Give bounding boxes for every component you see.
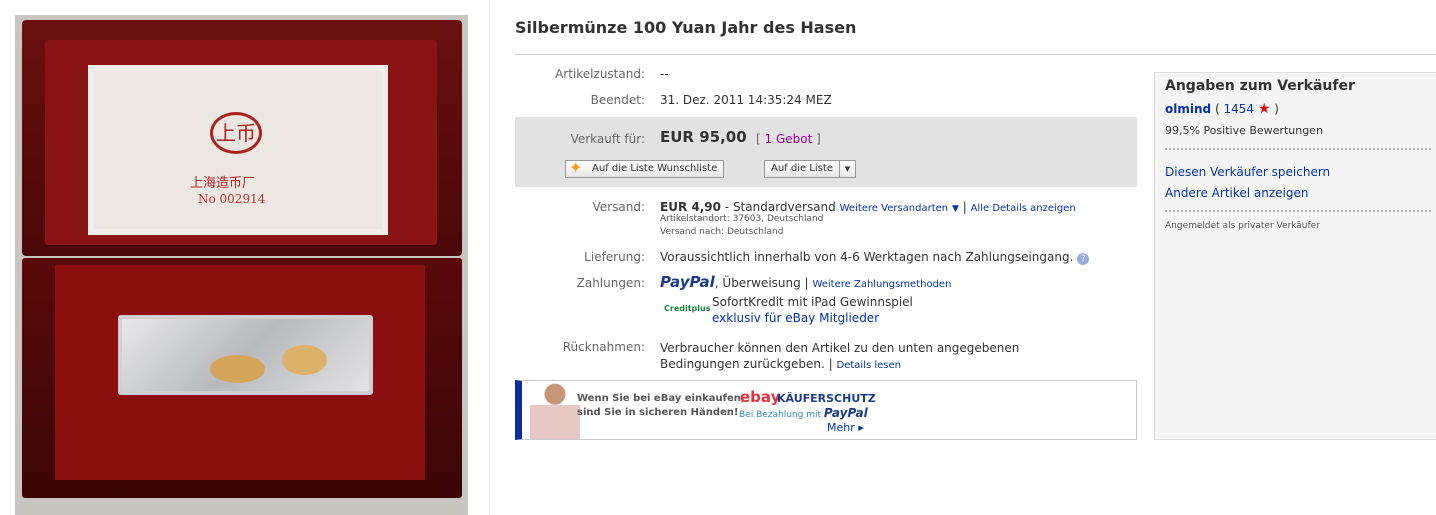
feedback-score-link[interactable]: 1454 (1223, 102, 1254, 116)
all-details-link[interactable]: Alle Details anzeigen (971, 203, 1076, 214)
credit-link[interactable]: exklusiv für eBay Mitglieder (712, 311, 879, 325)
mint-logo: 上币 (210, 112, 262, 154)
credit-text: SofortKredit mit iPad Gewinnspiel (712, 295, 913, 309)
paypal-logo: PayPal (660, 273, 715, 291)
seller-type: Angemeldet als privater Verkäufer (1165, 221, 1320, 231)
seller-name-link[interactable]: olmind (1165, 102, 1211, 116)
more-shipping-link[interactable]: Weitere Versandarten (840, 203, 949, 214)
divider (1165, 148, 1431, 150)
shipping-type: - Standardversand (724, 200, 836, 214)
shipping-price: EUR 4,90 (660, 200, 721, 214)
add-to-list-button[interactable]: Auf die Liste ▼ (764, 160, 856, 178)
condition-value: -- (660, 67, 669, 81)
divider (515, 54, 1436, 55)
returns-label: Rücknahmen: (562, 340, 645, 354)
creditplus-logo: Creditplus (664, 304, 711, 313)
returns-value: Verbraucher können den Artikel zu den un… (660, 340, 1100, 374)
banner-line: Wenn Sie bei eBay einkaufen, (577, 393, 745, 404)
separator: | (962, 200, 967, 214)
page-title: Silbermünze 100 Yuan Jahr des Hasen (515, 18, 857, 37)
save-seller-link[interactable]: Diesen Verkäufer speichern (1165, 165, 1330, 179)
payment-other: , Überweisung | (714, 276, 809, 290)
shipping-line: EUR 4,90 - Standardversand Weitere Versa… (660, 200, 1076, 214)
item-location: Artikelstandort: 37603, Deutschland (660, 214, 824, 224)
payment-label: Zahlungen: (576, 276, 645, 290)
wishlist-label: Auf die Liste Wunschliste (592, 163, 718, 174)
other-items-link[interactable]: Andere Artikel anzeigen (1165, 186, 1309, 200)
paren: ) (1274, 102, 1279, 116)
positive-feedback: 99,5% Positive Bewertungen (1165, 124, 1323, 137)
ended-value: 31. Dez. 2011 14:35:24 MEZ (660, 93, 832, 107)
mint-name: 上海造币厂 (190, 176, 256, 191)
ended-label: Beendet: (590, 93, 645, 107)
delivery-value: Voraussichtlich innerhalb von 4-6 Werkta… (660, 250, 1090, 265)
list-label: Auf die Liste (771, 163, 833, 174)
gold-rabbit (282, 345, 327, 375)
person-image (530, 383, 580, 439)
wishlist-star-icon: ✦ (569, 158, 583, 177)
ebay-logo: ebay (740, 388, 781, 406)
bids-bracket: [ 1 Gebot ] (756, 132, 821, 146)
banner-line: sind Sie in sicheren Händen! (577, 407, 739, 418)
wishlist-button[interactable]: ✦ Auf die Liste Wunschliste (565, 158, 725, 178)
bracket: [ (756, 132, 761, 146)
sold-price: EUR 95,00 (660, 128, 747, 146)
bracket: ] (816, 132, 821, 146)
help-icon[interactable]: ? (1077, 253, 1090, 265)
delivery-label: Lieferung: (584, 250, 645, 264)
banner-text: Wenn Sie bei eBay einkaufen, sind Sie in … (577, 392, 745, 420)
more-payment-link[interactable]: Weitere Zahlungsmethoden (812, 279, 951, 290)
delivery-text: Voraussichtlich innerhalb von 4-6 Werkta… (660, 250, 1074, 264)
star-icon: ★ (1257, 101, 1271, 117)
gold-rabbit (210, 355, 265, 383)
divider (1165, 210, 1431, 212)
dropdown-arrow-icon[interactable]: ▼ (952, 204, 959, 214)
more-link[interactable]: Mehr ▸ (827, 421, 864, 434)
payment-line: PayPal, Überweisung | Weitere Zahlungsme… (660, 273, 951, 291)
paypal-logo: PayPal (823, 406, 868, 420)
bids-link[interactable]: 1 Gebot (765, 132, 813, 146)
paren: ( (1214, 102, 1220, 116)
sold-label: Verkauft für: (570, 132, 645, 146)
shipping-label: Versand: (592, 200, 645, 214)
ships-to: Versand nach: Deutschland (660, 227, 784, 237)
seller-identity: olmind ( 1454 ★ ) (1165, 101, 1279, 117)
certificate-number: No 002914 (198, 192, 266, 206)
protection-title: KÄUFERSCHUTZ (777, 392, 876, 405)
condition-label: Artikelzustand: (555, 67, 645, 81)
chevron-down-icon[interactable]: ▼ (838, 161, 855, 177)
pay-with: Bei Bezahlung mit PayPal (739, 406, 868, 420)
returns-details-link[interactable]: Details lesen (837, 360, 901, 371)
pay-with-text: Bei Bezahlung mit (739, 410, 822, 420)
seller-heading: Angaben zum Verkäufer (1165, 78, 1355, 94)
